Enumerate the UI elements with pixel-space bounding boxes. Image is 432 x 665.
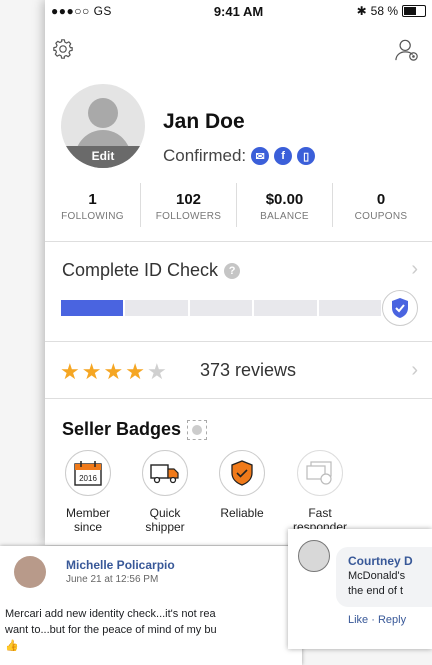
avatar-head: [88, 98, 118, 128]
badge-reliable[interactable]: Reliable: [207, 450, 277, 520]
id-check-progress: [61, 300, 382, 316]
post-text-line: Mercari add new identity check...it's no…: [5, 608, 216, 620]
profile-name: Jan Doe: [163, 110, 245, 133]
stat-followers[interactable]: 102 FOLLOWERS: [141, 183, 237, 227]
post-author-avatar[interactable]: [14, 556, 46, 588]
progress-segment: [61, 300, 124, 316]
stat-balance[interactable]: $0.00 BALANCE: [237, 183, 333, 227]
gear-icon[interactable]: [52, 38, 74, 60]
facebook-comment: Courtney D McDonald's the end of t Like …: [288, 529, 432, 649]
comment-text: McDonald's the end of t: [348, 569, 405, 599]
comment-author-avatar[interactable]: [298, 540, 330, 572]
shield-check-icon: [219, 450, 265, 496]
top-actions: [45, 22, 432, 68]
comment-text-line: the end of t: [348, 585, 404, 597]
rating-stars: ★ ★ ★ ★ ★: [60, 359, 167, 385]
progress-segment: [189, 300, 253, 316]
post-text-line: want to...but for the peace of mind of m…: [5, 624, 217, 636]
divider: [45, 398, 432, 399]
post-author-name[interactable]: Michelle Policarpio: [66, 558, 175, 572]
stat-value: $0.00: [265, 191, 304, 208]
star-icon: ★: [146, 359, 167, 384]
battery-icon: [402, 5, 426, 17]
post-text: Mercari add new identity check...it's no…: [5, 606, 301, 654]
post-date[interactable]: June 21 at 12:56 PM: [66, 574, 158, 585]
comment-author-name[interactable]: Courtney D: [348, 554, 413, 568]
status-bar: ●●●○○ GS 9:41 AM ✱ 58 %: [45, 0, 432, 22]
seller-badges-label: Seller Badges: [62, 419, 182, 439]
badge-label: Reliable: [220, 506, 264, 520]
star-icon: ★: [81, 359, 102, 384]
profile-header: Edit Jan Doe Confirmed: ✉ f ▯: [45, 68, 432, 168]
facebook-post: Michelle Policarpio June 21 at 12:56 PM …: [0, 546, 302, 665]
star-icon: ★: [60, 359, 80, 384]
seller-badges-title: Seller Badges: [62, 419, 208, 440]
comment-actions[interactable]: Like · Reply: [348, 614, 406, 626]
thumbs-up-emoji: 👍: [5, 640, 19, 652]
chat-clock-icon: [297, 450, 343, 496]
progress-segment: [125, 300, 188, 316]
star-icon: ★: [125, 359, 145, 384]
email-icon: ✉: [251, 147, 270, 165]
avatar-edit-button[interactable]: Edit: [61, 146, 145, 168]
truck-icon: [142, 450, 188, 496]
stat-label: BALANCE: [260, 211, 309, 222]
stat-value: 0: [376, 191, 386, 208]
battery-label: 58 %: [370, 4, 398, 18]
stat-value: 1: [88, 191, 97, 208]
badge-label: Quick shipper: [145, 506, 185, 534]
id-check-link[interactable]: Complete ID Check ?: [62, 260, 241, 281]
badge-quick-shipper[interactable]: Quick shipper: [130, 450, 200, 534]
stat-label: FOLLOWING: [61, 211, 124, 222]
confirmed-label: Confirmed:: [163, 146, 247, 165]
facebook-icon: f: [274, 147, 293, 165]
reviews-link[interactable]: 373 reviews: [200, 360, 296, 381]
divider: [45, 241, 432, 242]
comment-text-line: McDonald's: [348, 570, 406, 582]
stat-value: 102: [175, 191, 202, 208]
chevron-right-icon: ›: [411, 359, 418, 381]
confirmed-row: Confirmed: ✉ f ▯: [163, 146, 316, 166]
badge-scan-icon[interactable]: [187, 419, 208, 440]
badge-year: 2016: [79, 474, 97, 483]
badge-member-since[interactable]: 2016 Member since: [53, 450, 123, 534]
progress-segment: [254, 300, 317, 316]
badge-label: Member since: [65, 506, 110, 534]
help-icon[interactable]: ?: [224, 262, 241, 279]
battery-status: ✱ 58 %: [357, 4, 426, 18]
divider: [45, 341, 432, 342]
chevron-right-icon: ›: [411, 258, 418, 280]
id-check-label: Complete ID Check: [62, 260, 219, 280]
stat-label: FOLLOWERS: [155, 211, 222, 222]
bluetooth-icon: ✱: [356, 4, 367, 18]
shield-badge: [382, 290, 418, 326]
stat-label: COUPONS: [354, 211, 408, 222]
phone-icon: ▯: [297, 147, 316, 165]
mercari-profile-screen: ●●●○○ GS 9:41 AM ✱ 58 % Edit Jan Doe Con…: [45, 0, 432, 545]
progress-segment: [318, 300, 382, 316]
stat-following[interactable]: 1 FOLLOWING: [45, 183, 141, 227]
badge-fast-responder[interactable]: Fast responder: [285, 450, 355, 534]
calendar-icon: 2016: [65, 450, 111, 496]
user-settings-icon[interactable]: [394, 38, 420, 62]
avatar[interactable]: Edit: [61, 84, 145, 168]
star-icon: ★: [103, 359, 124, 384]
shield-icon: [392, 298, 408, 318]
stat-coupons[interactable]: 0 COUPONS: [333, 183, 429, 227]
stats-bar: 1 FOLLOWING 102 FOLLOWERS $0.00 BALANCE …: [45, 183, 432, 227]
